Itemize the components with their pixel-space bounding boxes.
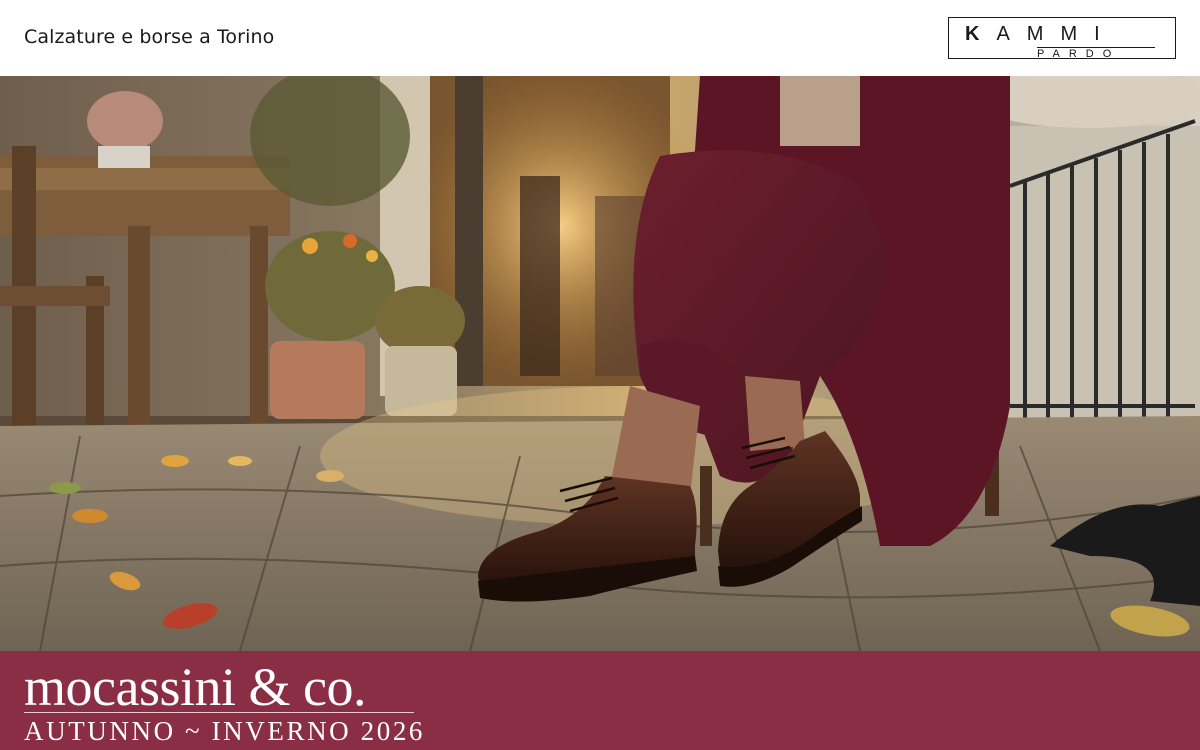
header: Calzature e borse a Torino KAMMI PARDO <box>0 0 1200 76</box>
collection-title: mocassini & co. <box>24 657 366 717</box>
brand-logo[interactable]: KAMMI PARDO <box>948 17 1176 60</box>
logo-initial: K <box>965 23 997 45</box>
banner-divider <box>24 712 414 713</box>
logo-wordmark: KAMMI <box>965 23 1117 46</box>
season-label: AUTUNNO ~ INVERNO 2026 <box>24 716 426 746</box>
tagline: Calzature e borse a Torino <box>24 26 275 48</box>
logo-rest: AMMI <box>996 23 1117 45</box>
logo-subtitle: PARDO <box>1037 48 1121 60</box>
hero-photo <box>0 76 1200 651</box>
